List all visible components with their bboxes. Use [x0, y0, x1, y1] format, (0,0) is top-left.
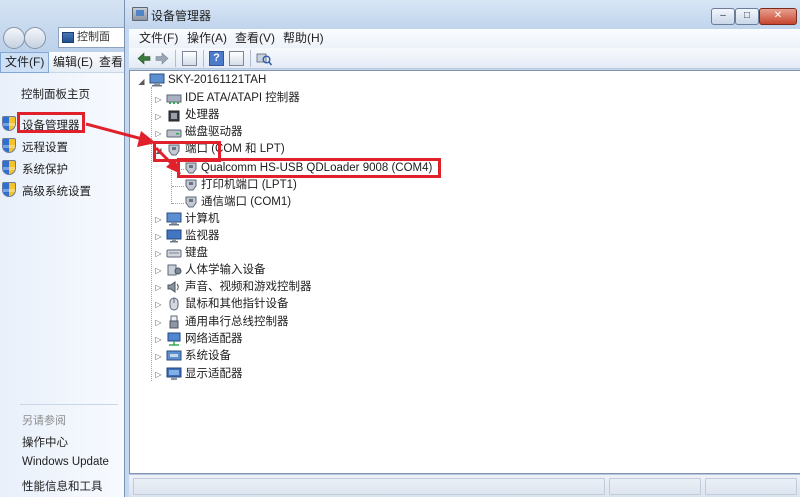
shield-icon [2, 182, 16, 197]
expand-toggle[interactable]: ▷ [154, 95, 163, 104]
expand-toggle[interactable]: ▷ [154, 283, 163, 292]
port-icon [185, 179, 197, 191]
expand-toggle[interactable]: ▷ [154, 249, 163, 258]
tree-guide-line [151, 87, 152, 381]
menu-help[interactable]: 帮助(H) [283, 29, 324, 48]
menu-view[interactable]: 查看 [95, 52, 127, 73]
system-protection-link[interactable]: 系统保护 [22, 161, 68, 177]
monitor-icon [166, 229, 182, 243]
address-text: 控制面 [77, 31, 110, 43]
sidebar-divider [20, 404, 118, 405]
network-adapter-icon [167, 332, 181, 346]
disk-drive-icon [166, 129, 182, 138]
back-arrow-icon[interactable] [137, 51, 151, 66]
highlight-device-manager-link [17, 112, 85, 133]
expand-toggle[interactable]: ▷ [154, 112, 163, 121]
forward-arrow-icon[interactable] [155, 51, 169, 66]
mouse-icon [169, 297, 179, 311]
advanced-system-settings-link[interactable]: 高级系统设置 [22, 183, 91, 199]
control-panel-window: 控制面 文件(F) 编辑(E) 查看 控制面板主页 设备管理器 远程设置 系统保… [0, 0, 128, 497]
shield-icon [2, 160, 16, 175]
expand-toggle[interactable]: ▷ [154, 300, 163, 309]
expand-toggle[interactable]: ▷ [154, 266, 163, 275]
expand-toggle[interactable]: ▷ [154, 352, 163, 361]
device-manager-titlebar[interactable]: 设备管理器 – □ ✕ [125, 0, 800, 29]
status-cell [133, 478, 605, 495]
ide-controller-icon [166, 94, 182, 104]
help-icon[interactable]: ? [209, 51, 224, 66]
minimize-button[interactable]: – [711, 8, 735, 25]
computer-icon [166, 212, 182, 226]
forward-button[interactable] [24, 27, 46, 49]
toolbar-separator [175, 50, 176, 67]
keyboard-icon [166, 249, 182, 258]
menu-edit[interactable]: 编辑(E) [49, 52, 97, 73]
status-cell [705, 478, 797, 495]
shield-icon [2, 116, 16, 131]
processor-icon [168, 110, 180, 122]
expand-toggle[interactable]: ▷ [154, 129, 163, 138]
toolbar-separator [203, 50, 204, 67]
control-panel-icon [62, 32, 74, 43]
collapse-root-toggle[interactable]: ◢ [137, 77, 146, 86]
device-manager-toolbar: ? [129, 48, 800, 69]
status-cell [609, 478, 701, 495]
menu-file[interactable]: 文件(F) [0, 52, 50, 73]
back-button[interactable] [3, 27, 25, 49]
performance-info-link[interactable]: 性能信息和工具 [22, 478, 103, 494]
address-bar[interactable]: 控制面 [58, 27, 128, 48]
tree-guide-line [171, 161, 172, 204]
status-bar [129, 474, 800, 497]
menu-action[interactable]: 操作(A) [187, 29, 227, 48]
see-also-heading: 另请参阅 [22, 415, 66, 427]
display-adapter-icon [166, 367, 182, 380]
show-hide-tree-icon[interactable] [182, 51, 197, 66]
window-title: 设备管理器 [151, 9, 212, 23]
toolbar-separator [250, 50, 251, 67]
remote-settings-link[interactable]: 远程设置 [22, 139, 68, 155]
device-manager-menubar: 文件(F) 操作(A) 查看(V) 帮助(H) [129, 29, 800, 48]
highlight-qualcomm-device [177, 158, 441, 178]
control-panel-home-link[interactable]: 控制面板主页 [21, 86, 90, 102]
control-panel-titlebar: 控制面 [0, 0, 128, 52]
hid-icon [167, 264, 182, 276]
expand-toggle[interactable]: ▷ [154, 370, 163, 379]
speaker-icon [167, 281, 179, 293]
windows-update-link[interactable]: Windows Update [22, 456, 109, 468]
port-icon [185, 196, 197, 208]
expand-toggle[interactable]: ▷ [154, 215, 163, 224]
scan-hardware-icon[interactable] [256, 51, 273, 66]
usb-icon [169, 315, 179, 329]
computer-icon [149, 73, 165, 87]
properties-icon[interactable] [229, 51, 244, 66]
expand-toggle[interactable]: ▷ [154, 232, 163, 241]
shield-icon [2, 138, 16, 153]
expand-toggle[interactable]: ▷ [154, 318, 163, 327]
action-center-link[interactable]: 操作中心 [22, 434, 68, 450]
system-devices-icon [166, 350, 182, 361]
menu-view[interactable]: 查看(V) [235, 29, 275, 48]
menu-file[interactable]: 文件(F) [139, 29, 178, 48]
maximize-button[interactable]: □ [735, 8, 759, 25]
close-button[interactable]: ✕ [759, 8, 797, 25]
expand-toggle[interactable]: ▷ [154, 335, 163, 344]
device-manager-icon [132, 7, 148, 21]
control-panel-menubar: 文件(F) 编辑(E) 查看 [0, 52, 124, 73]
